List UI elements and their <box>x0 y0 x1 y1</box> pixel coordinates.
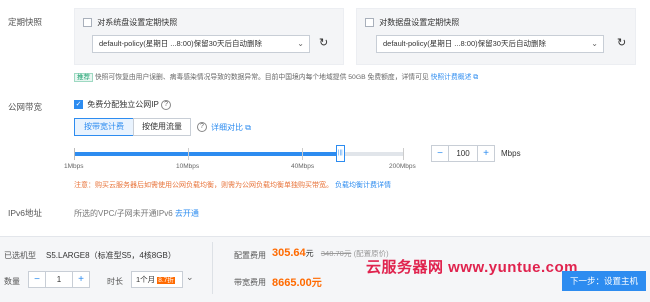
ipv6-label: IPv6地址 <box>8 208 43 218</box>
bandwidth-slider-handle[interactable]: ||| <box>335 145 345 162</box>
footer-divider <box>212 242 213 294</box>
bandwidth-slider-fill <box>74 152 340 156</box>
assign-public-ip-checkbox[interactable]: ✓ <box>74 100 83 109</box>
compare-details: 详细对比 ⧉ <box>211 122 251 133</box>
system-disk-snapshot-option[interactable]: 对系统盘设置定期快照 <box>83 17 177 28</box>
slider-tick-mark <box>302 148 303 160</box>
system-disk-checkbox[interactable] <box>83 18 92 27</box>
help-icon[interactable]: ? <box>161 99 172 110</box>
slider-tick-mark <box>74 148 75 160</box>
enable-ipv6-link[interactable]: 去开通 <box>175 209 199 218</box>
snapshot-notice: 推荐 快照可恢复由用户误删、病毒感染情况导致的数据异常。目前中国境内每个地域提供… <box>74 71 478 82</box>
system-disk-policy-select[interactable]: default-policy(星期日 ...8:00)保留30天后自动删除 ⌄ <box>92 35 310 53</box>
next-step-button[interactable]: 下一步：设置主机 <box>562 271 646 291</box>
load-balancer-billing-link[interactable]: 负载均衡计费详情 <box>335 182 391 189</box>
slider-tick-200mbps: 200Mbps <box>389 163 416 170</box>
duration-value: 1个月 <box>136 275 156 284</box>
data-disk-policy-value: default-policy(星期日 ...8:00)保留30天后自动删除 <box>383 39 546 48</box>
slider-tick-mark <box>188 148 189 160</box>
bandwidth-warning: 注意：购买云服务器后如需使用公网负载均衡，则需为公网负载均衡单独购买带宽。 负载… <box>74 180 391 190</box>
chevron-down-icon: ⌄ <box>591 39 598 48</box>
data-disk-policy-select[interactable]: default-policy(星期日 ...8:00)保留30天后自动删除 ⌄ <box>376 35 604 53</box>
external-link-icon: ⧉ <box>473 74 479 81</box>
bandwidth-value-input[interactable]: 100 <box>449 145 477 162</box>
config-fee-unit: 元 <box>305 249 314 258</box>
quantity-decrease-button[interactable]: − <box>28 271 46 288</box>
bandwidth-slider-track[interactable] <box>74 152 404 156</box>
duration-select[interactable]: 1个月 8.7折 <box>131 271 183 288</box>
bandwidth-label: 公网带宽 <box>8 102 43 112</box>
data-disk-checkbox-label: 对数据盘设置定期快照 <box>379 18 460 27</box>
bandwidth-decrease-button[interactable]: − <box>431 145 449 162</box>
bandwidth-unit: Mbps <box>501 149 521 158</box>
bandwidth-fee-unit: 元 <box>311 278 322 289</box>
system-disk-checkbox-label: 对系统盘设置定期快照 <box>97 18 178 27</box>
slider-tick-10mbps: 10Mbps <box>176 163 200 170</box>
slider-tick-mark <box>403 148 404 160</box>
ipv6-status-text: 所选的VPC/子网未开通IPv6 <box>74 209 173 218</box>
refresh-icon[interactable]: ↻ <box>617 36 626 49</box>
chevron-down-icon: ⌄ <box>297 39 304 48</box>
slider-tick-40mbps: 40Mbps <box>291 163 315 170</box>
tab-bill-by-bandwidth[interactable]: 按带宽计费 <box>74 118 134 136</box>
snapshot-billing-link[interactable]: 快照计费概述 <box>431 74 472 81</box>
external-link-icon: ⧉ <box>245 123 251 132</box>
help-icon[interactable]: ? <box>197 122 207 132</box>
tab-bill-by-traffic[interactable]: 按使用流量 <box>133 118 191 136</box>
original-price: 348.70元 <box>320 249 352 258</box>
quantity-input[interactable]: 1 <box>46 271 72 288</box>
detail-compare-link[interactable]: 详细对比 <box>211 123 243 132</box>
ipv6-status: 所选的VPC/子网未开通IPv6 去开通 <box>74 208 199 219</box>
selected-model-label: 已选机型 <box>4 251 36 260</box>
recommend-tag: 推荐 <box>74 73 93 82</box>
assign-public-ip-option[interactable]: ✓ 免费分配独立公网IP ? <box>74 99 172 110</box>
bandwidth-warning-text: 注意：购买云服务器后如需使用公网负载均衡，则需为公网负载均衡单独购买带宽。 <box>74 182 333 189</box>
snapshot-label: 定期快照 <box>8 17 43 27</box>
selected-model-value: S5.LARGE8（标准型S5，4核8GB） <box>46 251 176 260</box>
watermark-text: 云服务器网 www.yuntue.com <box>366 259 578 276</box>
data-disk-snapshot-option[interactable]: 对数据盘设置定期快照 <box>365 17 459 28</box>
refresh-icon[interactable]: ↻ <box>319 36 328 49</box>
bandwidth-fee: 8665.00元 <box>272 274 322 289</box>
system-disk-policy-value: default-policy(星期日 ...8:00)保留30天后自动删除 <box>99 39 262 48</box>
snapshot-notice-text: 快照可恢复由用户误删、病毒感染情况导致的数据异常。目前中国境内每个地域提供 50… <box>94 74 429 81</box>
slider-tick-1mbps: 1Mbps <box>64 163 84 170</box>
bandwidth-increase-button[interactable]: + <box>477 145 495 162</box>
config-fee-value: 305.64 <box>272 247 306 259</box>
system-disk-snapshot-panel: 对系统盘设置定期快照 default-policy(星期日 ...8:00)保留… <box>74 8 344 65</box>
quantity-increase-button[interactable]: + <box>72 271 90 288</box>
data-disk-snapshot-panel: 对数据盘设置定期快照 default-policy(星期日 ...8:00)保留… <box>356 8 636 65</box>
chevron-down-icon[interactable]: ⌄ <box>186 272 194 283</box>
bandwidth-fee-label: 带宽费用 <box>234 278 266 287</box>
config-fee-label: 配置费用 <box>234 251 266 260</box>
assign-public-ip-label: 免费分配独立公网IP <box>87 100 159 109</box>
data-disk-checkbox[interactable] <box>365 18 374 27</box>
quantity-label: 数量 <box>4 277 20 286</box>
discount-badge: 8.7折 <box>157 277 175 284</box>
bandwidth-fee-value: 8665.00 <box>272 277 312 289</box>
duration-label: 时长 <box>107 277 123 286</box>
